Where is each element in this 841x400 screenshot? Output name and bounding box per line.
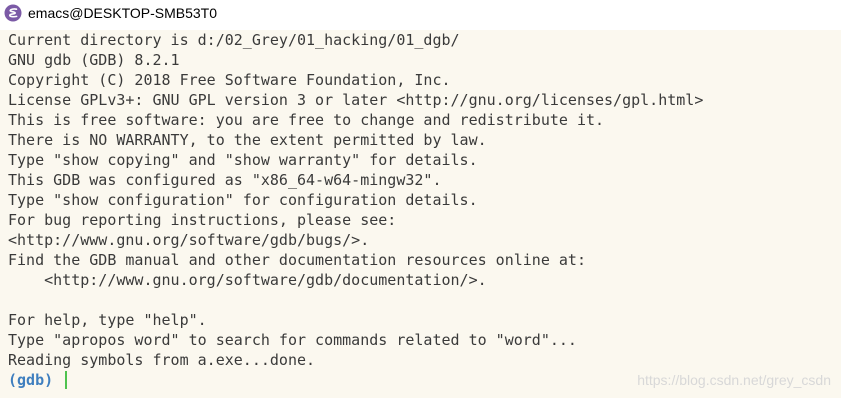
gdb-terminal[interactable]: Current directory is d:/02_Grey/01_hacki… (0, 30, 841, 398)
terminal-line: Type "apropos word" to search for comman… (8, 331, 577, 349)
gdb-input-line[interactable]: (gdb) (8, 370, 68, 390)
terminal-line: <http://www.gnu.org/software/gdb/bugs/>. (8, 231, 370, 249)
terminal-line: Type "show copying" and "show warranty" … (8, 151, 478, 169)
watermark: https://blog.csdn.net/grey_csdn (637, 372, 831, 388)
title-bar[interactable]: emacs@DESKTOP-SMB53T0 (0, 0, 841, 30)
emacs-icon (4, 4, 22, 22)
window-title: emacs@DESKTOP-SMB53T0 (28, 5, 218, 21)
terminal-line: Type "show configuration" for configurat… (8, 191, 478, 209)
terminal-line: For bug reporting instructions, please s… (8, 211, 397, 229)
terminal-line: GNU gdb (GDB) 8.2.1 (8, 51, 180, 69)
gdb-prompt: (gdb) (8, 371, 54, 389)
emacs-window: emacs@DESKTOP-SMB53T0 Current directory … (0, 0, 841, 400)
terminal-line: For help, type "help". (8, 311, 207, 329)
terminal-line: This is free software: you are free to c… (8, 111, 605, 129)
terminal-line: <http://www.gnu.org/software/gdb/documen… (8, 271, 487, 289)
terminal-line: This GDB was configured as "x86_64-w64-m… (8, 171, 442, 189)
terminal-line: Reading symbols from a.exe...done. (8, 351, 316, 369)
terminal-line: Copyright (C) 2018 Free Software Foundat… (8, 71, 451, 89)
text-cursor (65, 371, 68, 389)
terminal-line: There is NO WARRANTY, to the extent perm… (8, 131, 487, 149)
terminal-line: Find the GDB manual and other documentat… (8, 251, 586, 269)
terminal-line: License GPLv3+: GNU GPL version 3 or lat… (8, 91, 704, 109)
terminal-line: Current directory is d:/02_Grey/01_hacki… (8, 31, 460, 49)
